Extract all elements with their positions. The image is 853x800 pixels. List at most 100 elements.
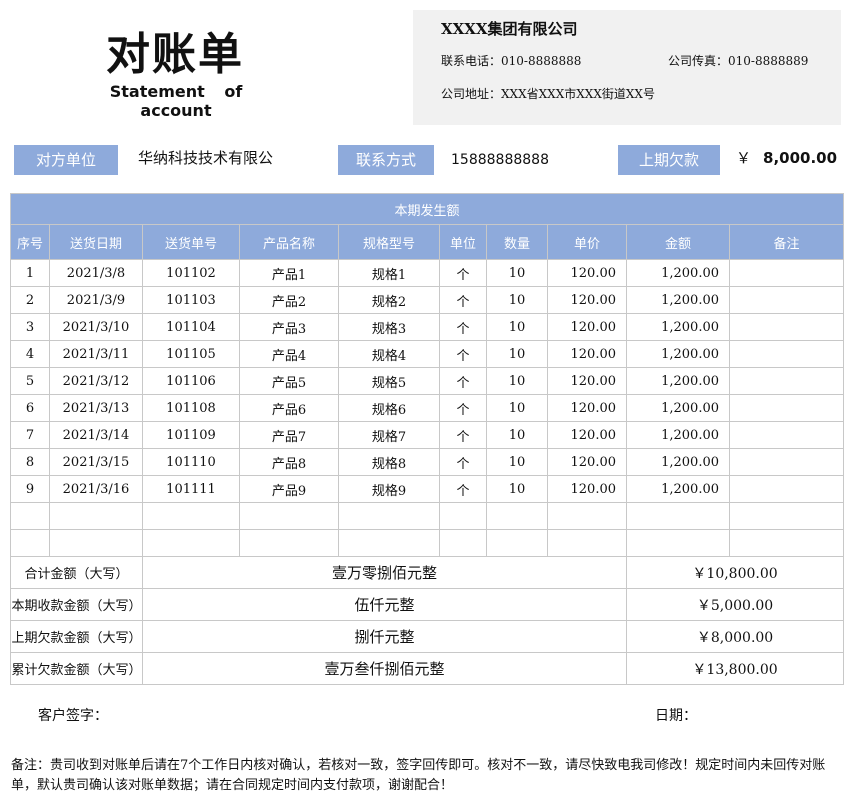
column-header: 送货日期 (49, 224, 143, 260)
table-cell (728, 529, 845, 557)
summary-row: 合计金额（大写） 壹万零捌佰元整 ￥10,800.00 (10, 556, 845, 589)
table-cell: 2021/3/13 (49, 394, 143, 422)
table-cell: 个 (439, 421, 487, 449)
table-row: 5 2021/3/12 101106 产品5 规格5 个 10 120.00 1,200.00 (10, 367, 845, 395)
table-cell: 2021/3/8 (49, 259, 143, 287)
column-header: 数量 (486, 224, 548, 260)
table-cell: 2 (10, 286, 50, 314)
table-cell (728, 367, 845, 395)
table-cell: 产品7 (239, 421, 339, 449)
table-cell: 5 (10, 367, 50, 395)
table-cell: 101110 (142, 448, 240, 476)
table-cell: 产品8 (239, 448, 339, 476)
table-cell: 规格9 (338, 475, 440, 503)
table-cell: 规格6 (338, 394, 440, 422)
table-cell: 规格1 (338, 259, 440, 287)
column-header: 规格型号 (338, 224, 440, 260)
table-cell: 10 (486, 394, 548, 422)
table-cell: 个 (439, 313, 487, 341)
summary-label: 累计欠款金额（大写） (10, 652, 143, 685)
table-cell (728, 340, 845, 368)
table-cell (626, 502, 730, 530)
summary-amount: ￥5,000.00 (625, 588, 845, 621)
summary-amount-words: 壹万叁仟捌佰元整 (142, 652, 627, 685)
table-row (10, 529, 845, 557)
table-cell (728, 286, 845, 314)
table-cell (626, 529, 730, 557)
table-cell: 2021/3/16 (49, 475, 143, 503)
table-cell: 2021/3/12 (49, 367, 143, 395)
table-cell (142, 529, 240, 557)
table-cell (49, 529, 143, 557)
table-cell: 10 (486, 259, 548, 287)
summary-amount: ￥8,000.00 (625, 620, 845, 653)
contact-label: 联系方式 (338, 145, 434, 175)
summary-amount: ￥13,800.00 (625, 652, 845, 685)
prev-debt-value: 8,000.00 (763, 149, 838, 167)
table-cell (142, 502, 240, 530)
table-row: 7 2021/3/14 101109 产品7 规格7 个 10 120.00 1,200.00 (10, 421, 845, 449)
table-cell (10, 529, 50, 557)
table-cell: 10 (486, 286, 548, 314)
table-cell: 个 (439, 475, 487, 503)
table-cell (49, 502, 143, 530)
table-cell (338, 529, 440, 557)
table-cell (728, 259, 845, 287)
summary-label: 合计金额（大写） (10, 556, 143, 589)
table-row: 8 2021/3/15 101110 产品8 规格8 个 10 120.00 1,200.00 (10, 448, 845, 476)
remark-text: 备注：贵司收到对账单后请在7个工作日内核对确认，若核对一致，签字回传即可。核对不… (11, 758, 826, 793)
table-cell (239, 529, 339, 557)
table-cell: 9 (10, 475, 50, 503)
table-cell: 101111 (142, 475, 240, 503)
prev-debt-label: 上期欠款 (618, 145, 720, 175)
table-cell: 规格7 (338, 421, 440, 449)
table-cell: 120.00 (547, 367, 627, 395)
currency-symbol: ￥ (736, 149, 752, 167)
table-cell (547, 502, 627, 530)
table-cell (728, 421, 845, 449)
prev-debt-amount: ￥ 8,000.00 (736, 143, 837, 173)
document-subtitle: Statement of account (109, 82, 243, 120)
table-cell: 产品3 (239, 313, 339, 341)
table-cell: 101108 (142, 394, 240, 422)
table-cell: 规格8 (338, 448, 440, 476)
table-cell: 规格4 (338, 340, 440, 368)
table-cell: 规格3 (338, 313, 440, 341)
table-cell: 2021/3/10 (49, 313, 143, 341)
table-cell (728, 502, 845, 530)
table-cell: 101105 (142, 340, 240, 368)
table-cell: 1,200.00 (626, 367, 730, 395)
summary-label: 上期欠款金额（大写） (10, 620, 143, 653)
company-fax: 公司传真：010-8888889 (668, 54, 809, 68)
table-row: 6 2021/3/13 101108 产品6 规格6 个 10 120.00 1,200.00 (10, 394, 845, 422)
table-cell: 1,200.00 (626, 340, 730, 368)
table-cell (439, 502, 487, 530)
table-cell: 个 (439, 286, 487, 314)
table-cell: 1,200.00 (626, 421, 730, 449)
table-cell: 1,200.00 (626, 313, 730, 341)
table-row: 1 2021/3/8 101102 产品1 规格1 个 10 120.00 1,200.00 (10, 259, 845, 287)
column-header: 单价 (547, 224, 627, 260)
table-band-title: 本期发生额 (9, 193, 845, 225)
party-label: 对方单位 (14, 145, 118, 175)
party-value: 华纳科技技术有限公 (138, 149, 274, 167)
table-cell: 1 (10, 259, 50, 287)
table-cell: 120.00 (547, 394, 627, 422)
table-cell (547, 529, 627, 557)
table-cell: 个 (439, 367, 487, 395)
table-cell: 101104 (142, 313, 240, 341)
column-header: 金额 (626, 224, 730, 260)
table-cell (728, 394, 845, 422)
company-name: XXXX集团有限公司 (441, 20, 578, 38)
table-cell (728, 313, 845, 341)
table-cell: 101102 (142, 259, 240, 287)
table-cell (486, 529, 548, 557)
table-cell: 10 (486, 475, 548, 503)
table-cell: 10 (486, 313, 548, 341)
table-cell (728, 448, 845, 476)
table-cell (239, 502, 339, 530)
table-cell: 规格5 (338, 367, 440, 395)
summary-label: 本期收款金额（大写） (10, 588, 143, 621)
column-header: 产品名称 (239, 224, 339, 260)
table-cell: 10 (486, 367, 548, 395)
